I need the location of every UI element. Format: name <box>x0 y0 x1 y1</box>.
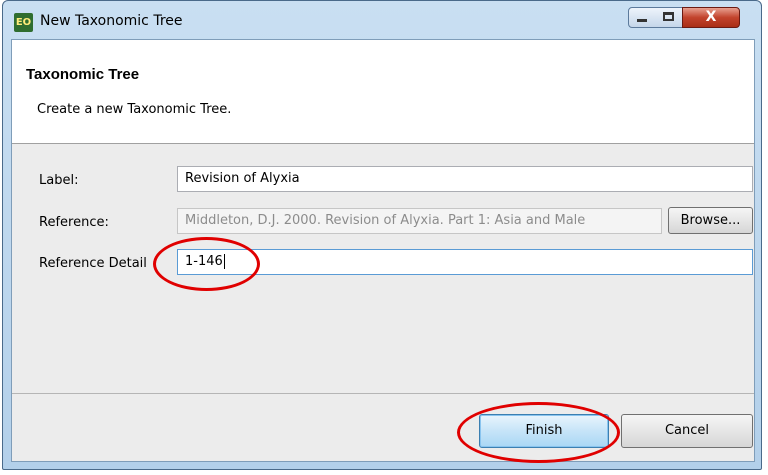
close-button[interactable]: X <box>682 7 740 28</box>
minimize-button[interactable] <box>628 7 656 28</box>
text-caret <box>223 254 225 269</box>
reference-input[interactable]: Middleton, D.J. 2000. Revision of Alyxia… <box>177 208 662 234</box>
label-input[interactable]: Revision of Alyxia <box>177 166 753 192</box>
reference-detail-value: 1-146 <box>185 254 223 269</box>
page-title: Taxonomic Tree <box>26 66 140 83</box>
title-bar[interactable]: EO New Taxonomic Tree X <box>3 1 761 39</box>
dialog-window: EO New Taxonomic Tree X Taxonomic Tree C… <box>2 0 762 470</box>
cancel-button[interactable]: Cancel <box>621 414 753 448</box>
page-description: Create a new Taxonomic Tree. <box>37 102 232 117</box>
minimize-icon <box>637 19 647 22</box>
wizard-header: Taxonomic Tree Create a new Taxonomic Tr… <box>12 40 754 144</box>
reference-detail-input[interactable]: 1-146 <box>177 249 753 275</box>
browse-button[interactable]: Browse... <box>668 207 753 234</box>
maximize-icon <box>663 12 674 21</box>
reference-field-label: Reference: <box>39 215 109 230</box>
window-title: New Taxonomic Tree <box>40 13 183 29</box>
label-field-label: Label: <box>39 173 79 188</box>
footer-divider <box>12 393 754 394</box>
app-icon: EO <box>14 13 33 32</box>
reference-detail-label: Reference Detail <box>39 256 147 271</box>
finish-button[interactable]: Finish <box>479 414 609 448</box>
dialog-body: Taxonomic Tree Create a new Taxonomic Tr… <box>11 39 755 462</box>
close-icon: X <box>705 9 717 25</box>
maximize-button[interactable] <box>655 7 683 28</box>
